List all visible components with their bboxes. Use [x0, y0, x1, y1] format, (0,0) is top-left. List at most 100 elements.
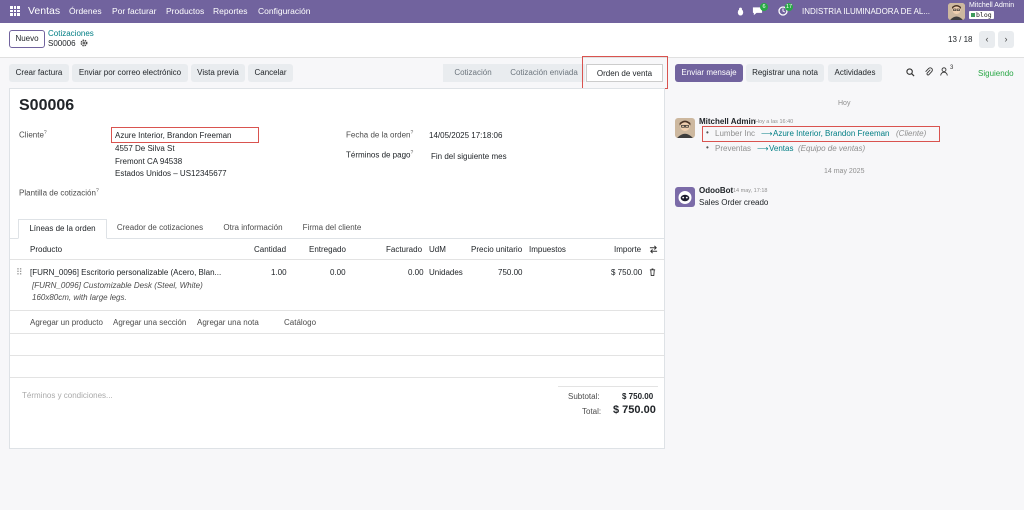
- arrow-right-icon: ⟶: [757, 144, 769, 153]
- payment-terms-field[interactable]: Fin del siguiente mes: [431, 152, 507, 161]
- cancel-button[interactable]: Cancelar: [248, 64, 293, 82]
- row-divider: [10, 310, 664, 311]
- msg2-author[interactable]: OdooBot: [699, 186, 733, 195]
- breadcrumb-current: S00006: [48, 39, 76, 48]
- user-name[interactable]: Mitchell Admin: [969, 2, 1014, 9]
- add-note-link[interactable]: Agregar una nota: [197, 318, 259, 327]
- payment-terms-label: Términos de pago?: [346, 150, 414, 160]
- menu-configuracion[interactable]: Configuración: [258, 6, 310, 16]
- menu-productos[interactable]: Productos: [166, 6, 204, 16]
- followers-icon[interactable]: [940, 67, 948, 76]
- trash-icon[interactable]: [649, 268, 656, 276]
- date-separator-today: Hoy: [838, 100, 851, 107]
- total-value: $ 750.00: [613, 404, 656, 416]
- odoobot-avatar[interactable]: [675, 187, 695, 207]
- msg1-time: Hoy a las 16:40: [755, 119, 794, 125]
- msg1-field-team: (Equipo de ventas): [798, 144, 866, 153]
- tab-other-info[interactable]: Otra información: [216, 219, 290, 239]
- customer-label: Cliente?: [19, 130, 47, 140]
- msg1-new-team: Ventas: [769, 144, 794, 153]
- tab-quote-builder[interactable]: Creador de cotizaciones: [110, 219, 210, 239]
- db-icon: [971, 13, 975, 17]
- add-section-link[interactable]: Agregar una sección: [113, 318, 186, 327]
- highlight-chatter-change: [702, 126, 940, 142]
- address-line-3: Estados Unidos – US12345677: [115, 169, 227, 178]
- control-panel: [0, 23, 1024, 58]
- order-date-field[interactable]: 14/05/2025 17:18:06: [429, 131, 502, 140]
- msg1-author[interactable]: Mitchell Admin: [699, 117, 756, 126]
- create-invoice-button[interactable]: Crear factura: [9, 64, 69, 82]
- msg2-body: Sales Order creado: [699, 198, 769, 207]
- log-note-button[interactable]: Registrar una nota: [746, 64, 824, 82]
- row-product[interactable]: [FURN_0096] Escritorio personalizable (A…: [30, 268, 221, 277]
- col-invoiced[interactable]: Facturado: [386, 245, 422, 254]
- bullet-dot: •: [706, 143, 709, 152]
- col-uom[interactable]: UdM: [429, 245, 446, 254]
- followers-count: 3: [950, 65, 954, 71]
- add-product-link[interactable]: Agregar un producto: [30, 318, 103, 327]
- col-unit-price[interactable]: Precio unitario: [471, 245, 522, 254]
- breadcrumb-parent[interactable]: Cotizaciones: [48, 29, 94, 38]
- row-quantity[interactable]: 1.00: [271, 268, 287, 277]
- bug-icon[interactable]: [736, 7, 745, 16]
- drag-handle-icon[interactable]: ⠿: [16, 267, 23, 278]
- stage-quotation-sent[interactable]: Cotización enviada: [503, 64, 585, 82]
- menu-reportes[interactable]: Reportes: [213, 6, 248, 16]
- activity-badge: 6: [760, 3, 768, 11]
- search-icon[interactable]: [906, 68, 915, 77]
- col-delivered[interactable]: Entregado: [309, 245, 346, 254]
- address-line-1: 4557 De Silva St: [115, 144, 175, 153]
- address-line-2: Fremont CA 94538: [115, 157, 183, 166]
- order-date-label: Fecha de la orden?: [346, 130, 414, 140]
- subtotal-value: $ 750.00: [622, 392, 654, 401]
- send-message-button[interactable]: Enviar mensaje: [675, 64, 743, 82]
- tab-order-lines[interactable]: Líneas de la orden: [18, 219, 107, 239]
- send-email-button[interactable]: Enviar por correo electrónico: [72, 64, 188, 82]
- chevron-right-icon: ›: [1004, 34, 1008, 44]
- following-button[interactable]: Siguiendo: [978, 69, 1014, 78]
- col-product[interactable]: Producto: [30, 245, 62, 254]
- apps-menu-icon[interactable]: [10, 6, 20, 16]
- col-taxes[interactable]: Impuestos: [529, 245, 566, 254]
- gear-icon[interactable]: [80, 39, 88, 47]
- new-button[interactable]: Nuevo: [9, 30, 45, 48]
- pager-next-button[interactable]: ›: [998, 31, 1014, 48]
- empty-row-divider-1: [10, 333, 664, 334]
- row-delivered[interactable]: 0.00: [330, 268, 346, 277]
- mitchell-avatar[interactable]: [675, 118, 695, 138]
- db-name: blog: [976, 11, 992, 19]
- pager-prev-button[interactable]: ‹: [979, 31, 995, 48]
- col-quantity[interactable]: Cantidad: [254, 245, 286, 254]
- db-badge: blog: [969, 11, 994, 19]
- activities-button[interactable]: Actividades: [828, 64, 882, 82]
- preview-button[interactable]: Vista previa: [191, 64, 245, 82]
- col-amount[interactable]: Importe: [614, 245, 641, 254]
- row-uom[interactable]: Unidades: [429, 268, 463, 277]
- highlight-customer: [111, 127, 259, 143]
- row-invoiced: 0.00: [408, 268, 424, 277]
- catalog-link[interactable]: Catálogo: [284, 318, 316, 327]
- totals-divider: [558, 386, 658, 387]
- stage-quotation[interactable]: Cotización: [443, 64, 503, 82]
- pager-value[interactable]: 13 / 18: [948, 35, 972, 44]
- subtotal-label: Subtotal:: [568, 392, 600, 401]
- paperclip-icon[interactable]: [924, 67, 933, 77]
- date-separator-old: 14 may 2025: [824, 168, 865, 175]
- msg1-old-team: Preventas: [715, 144, 752, 153]
- record-title: S00006: [19, 97, 75, 114]
- menu-ordenes[interactable]: Órdenes: [69, 6, 102, 16]
- empty-row-divider-2: [10, 355, 664, 356]
- app-name[interactable]: Ventas: [28, 5, 60, 17]
- terms-input[interactable]: Términos y condiciones...: [22, 391, 113, 400]
- tab-customer-signature[interactable]: Firma del cliente: [296, 219, 368, 239]
- highlight-stage: [582, 56, 668, 89]
- top-navbar: Ventas Órdenes Por facturar Productos Re…: [0, 0, 1024, 23]
- row-description-1: [FURN_0096] Customizable Desk (Steel, Wh…: [32, 281, 203, 290]
- user-avatar[interactable]: [948, 3, 965, 20]
- column-settings-icon[interactable]: [649, 245, 658, 254]
- msg2-time: 14 may, 17:18: [733, 188, 768, 194]
- row-unit-price[interactable]: 750.00: [498, 268, 522, 277]
- company-switcher[interactable]: INDISTRIA ILUMINADORA DE AL...: [802, 7, 930, 16]
- template-label: Plantilla de cotización?: [19, 188, 99, 198]
- menu-por-facturar[interactable]: Por facturar: [112, 6, 156, 16]
